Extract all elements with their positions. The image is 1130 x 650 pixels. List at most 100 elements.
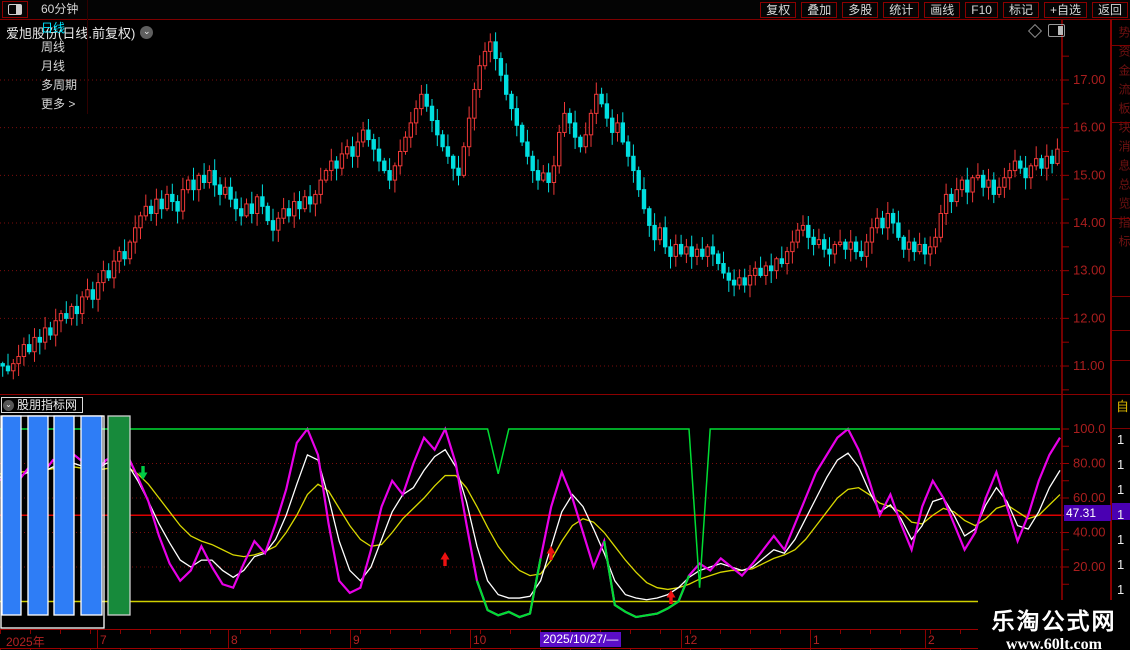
svg-text:100.0: 100.0 [1073, 421, 1106, 436]
blue-column [2, 416, 21, 615]
svg-text:11.00: 11.00 [1073, 358, 1105, 373]
blue-column [81, 416, 102, 615]
month-separator-tick [97, 630, 98, 648]
x-minor-tick [420, 630, 421, 634]
svg-text:13.00: 13.00 [1073, 263, 1106, 278]
x-minor-tick [390, 630, 391, 634]
month-separator-tick [681, 630, 682, 648]
svg-text:60.00: 60.00 [1073, 490, 1106, 505]
month-label-7: 7 [100, 633, 107, 647]
sidebar-partial-digit: 1 [1117, 532, 1124, 547]
sidebar-separator [1112, 296, 1130, 297]
layout-split-icon-button[interactable] [2, 1, 28, 18]
svg-text:80.00: 80.00 [1073, 456, 1106, 471]
x-minor-tick [240, 630, 241, 634]
x-minor-tick [780, 630, 781, 634]
x-minor-tick [450, 630, 451, 634]
toolbar-right-buttons: 复权叠加多股统计画线 F10 标记 +自选返回 [755, 2, 1130, 18]
period-toolbar: 分时1分钟5分钟15分钟30分钟60分钟日线周线月线多周期更多 > 复权叠加多股… [0, 0, 1130, 20]
diamond-icon[interactable] [1028, 23, 1042, 37]
x-minor-tick [840, 630, 841, 634]
x-minor-tick [90, 630, 91, 634]
sidebar-highlight-char: 自 [1116, 396, 1129, 415]
sidebar-separator [1112, 122, 1130, 123]
d-line [0, 467, 1060, 589]
x-minor-tick [0, 630, 1, 634]
toolbar-button-8[interactable]: 返回 [1092, 2, 1128, 18]
indicator-header[interactable]: ⌄ 股朋指标网 [1, 397, 83, 413]
sidebar-vertical-text: 势资金流板块消息总览指标 [1116, 26, 1130, 376]
month-separator-tick [350, 630, 351, 648]
sidebar-separator [1112, 360, 1130, 361]
sidebar-separator [1112, 330, 1130, 331]
sidebar-separator [1112, 394, 1130, 395]
svg-text:15.00: 15.00 [1073, 167, 1106, 182]
month-label-12: 12 [684, 633, 697, 647]
month-separator-tick [228, 630, 229, 648]
sidebar-partial-digit: 1 [1117, 482, 1124, 497]
x-minor-tick [150, 630, 151, 634]
svg-text:12.00: 12.00 [1073, 310, 1106, 325]
period-tabs: 分时1分钟5分钟15分钟30分钟60分钟日线周线月线多周期更多 > [32, 0, 88, 114]
month-separator-tick [925, 630, 926, 648]
toolbar-button-2[interactable]: 多股 [842, 2, 878, 18]
x-minor-tick [630, 630, 631, 634]
toolbar-button-7[interactable]: +自选 [1044, 2, 1087, 18]
month-label-8: 8 [231, 633, 238, 647]
month-label-10: 10 [473, 633, 486, 647]
toolbar-button-1[interactable]: 叠加 [801, 2, 837, 18]
x-axis: 2025年 2025/10/27/— 789101212 [0, 629, 1110, 650]
watermark-site-name: 乐淘公式网 [978, 602, 1130, 636]
svg-text:16.00: 16.00 [1073, 120, 1106, 135]
bottom-border-line [0, 648, 1110, 649]
toolbar-period-item-8[interactable]: 月线 [32, 57, 88, 76]
watermark: 乐淘公式网 www.60lt.com [978, 600, 1130, 650]
pane-layout-icon[interactable] [1048, 24, 1065, 37]
candles [1, 32, 1059, 379]
x-minor-tick [510, 630, 511, 634]
month-label-9: 9 [353, 633, 360, 647]
x-minor-tick [750, 630, 751, 634]
buy-arrow-icon [441, 552, 450, 566]
toolbar-period-item-7[interactable]: 周线 [32, 38, 88, 57]
month-label-2: 2 [928, 633, 935, 647]
x-minor-tick [180, 630, 181, 634]
title-chevron-down-icon[interactable]: ⌄ [140, 26, 153, 39]
indicator-title: 股朋指标网 [17, 399, 77, 412]
x-minor-tick [330, 630, 331, 634]
pane-divider-line [0, 394, 1110, 395]
x-minor-tick [270, 630, 271, 634]
toolbar-button-3[interactable]: 统计 [883, 2, 919, 18]
sidebar-partial-digit: 1 [1117, 582, 1124, 597]
x-minor-tick [210, 630, 211, 634]
svg-text:40.00: 40.00 [1073, 525, 1106, 540]
toolbar-button-0[interactable]: 复权 [760, 2, 796, 18]
month-separator-tick [470, 630, 471, 648]
toolbar-period-item-9[interactable]: 多周期 [32, 76, 88, 95]
highlighted-date-badge: 2025/10/27/— [540, 632, 621, 647]
x-minor-tick [300, 630, 301, 634]
svg-text:20.00: 20.00 [1073, 559, 1106, 574]
svg-text:17.00: 17.00 [1073, 72, 1106, 87]
right-sidebar-strip[interactable]: 势资金流板块消息总览指标 自 11111111 [1110, 20, 1130, 650]
indicator-value-badge: 47.31 [1064, 505, 1111, 521]
sidebar-separator [1112, 45, 1130, 46]
chart-corner-icons [1030, 24, 1065, 37]
main-price-chart[interactable]: 17.00 16.00 15.00 14.00 13.00 12.00 11.00 [0, 20, 1110, 395]
sell-arrow-icon [139, 466, 148, 480]
toolbar-period-item-5[interactable]: 60分钟 [32, 0, 88, 19]
watermark-url: www.60lt.com [978, 636, 1130, 650]
indicator-chevron-down-icon[interactable]: ⌄ [3, 400, 14, 411]
blue-column [28, 416, 48, 615]
svg-text:14.00: 14.00 [1073, 215, 1106, 230]
indicator-chart[interactable]: 100.0 80.00 60.00 40.00 20.00 [0, 395, 1110, 629]
toolbar-period-item-10[interactable]: 更多 > [32, 95, 88, 114]
toolbar-button-5[interactable]: F10 [965, 2, 998, 18]
toolbar-button-4[interactable]: 画线 [924, 2, 960, 18]
x-minor-tick [30, 630, 31, 634]
month-separator-tick [810, 630, 811, 648]
sidebar-partial-digit: 1 [1117, 507, 1124, 522]
x-minor-tick [120, 630, 121, 634]
toolbar-period-item-6[interactable]: 日线 [32, 19, 88, 38]
toolbar-button-6[interactable]: 标记 [1003, 2, 1039, 18]
